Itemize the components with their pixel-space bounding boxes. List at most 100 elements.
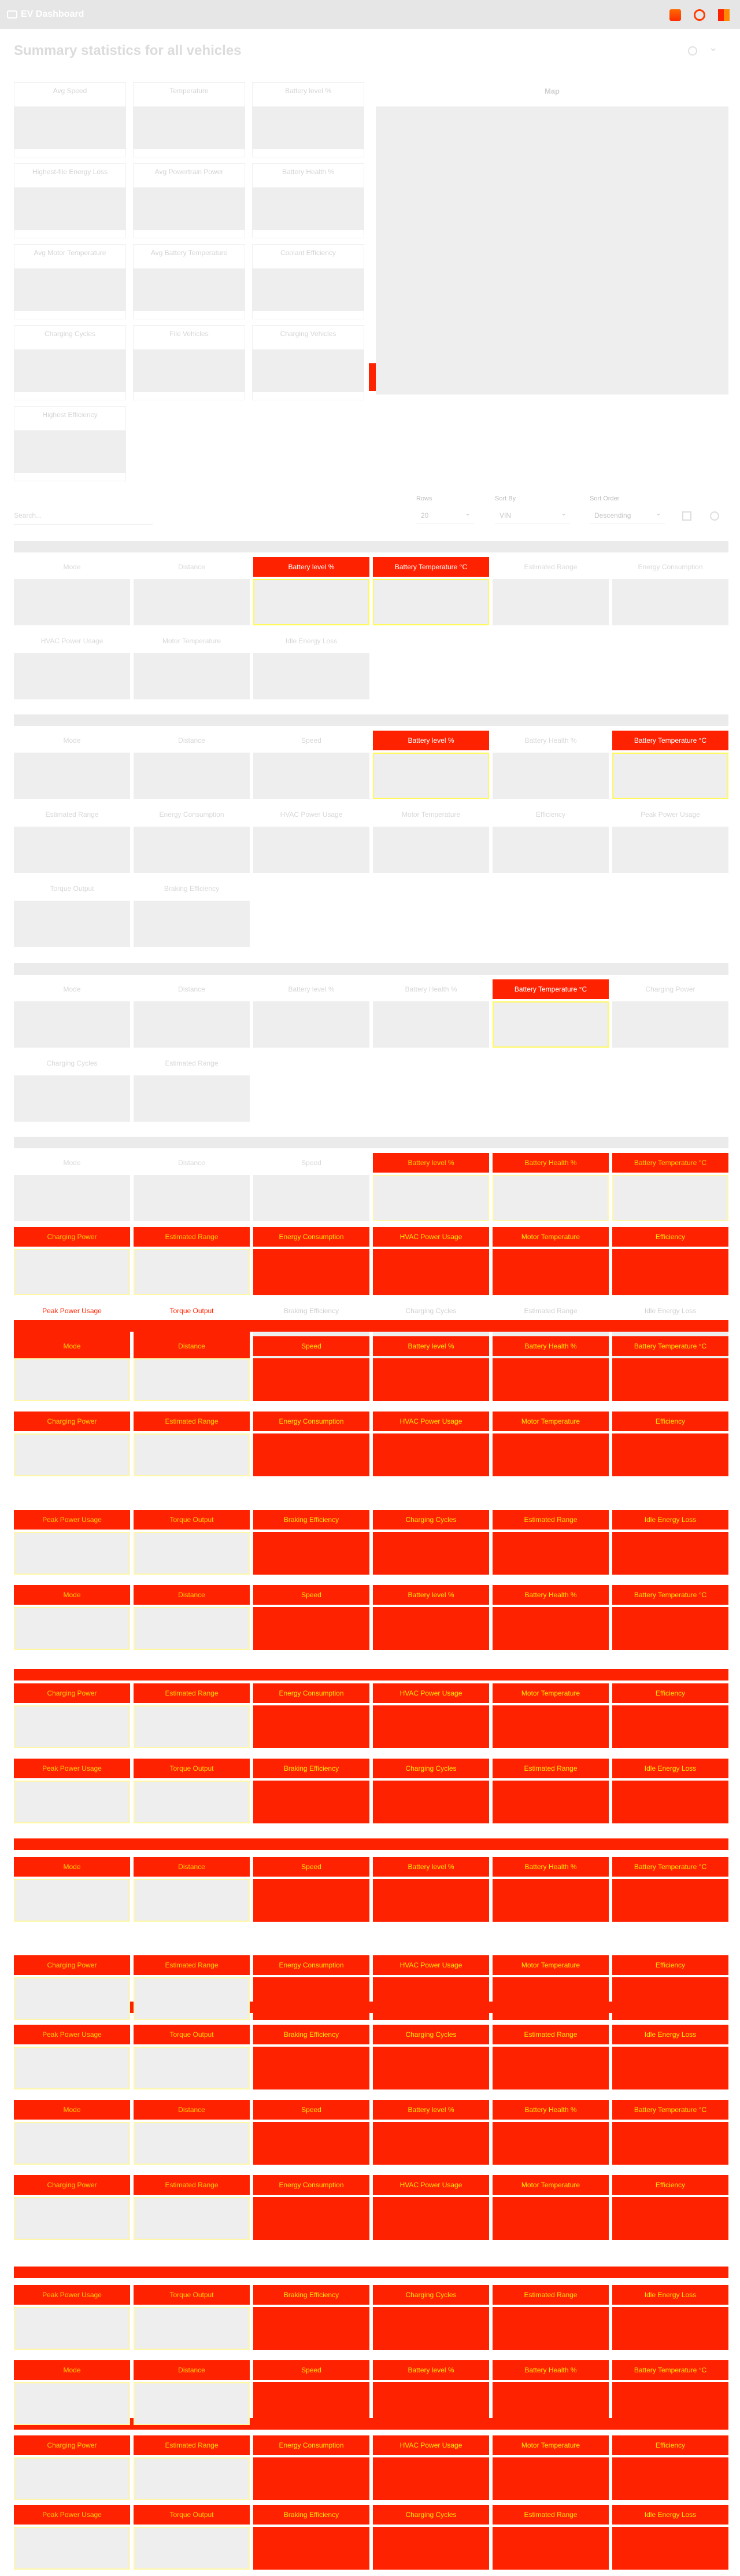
vehicle-field: Charging Cycles <box>373 2505 489 2570</box>
field-label: Efficiency <box>612 1955 728 1975</box>
stat-label: File Vehicles <box>169 330 209 338</box>
field-value <box>493 1358 609 1401</box>
vehicle-field: Estimated Range <box>493 557 609 625</box>
field-value <box>493 827 609 873</box>
field-label: Estimated Range <box>524 1307 578 1315</box>
brand[interactable]: EV Dashboard <box>7 9 84 20</box>
vehicle-field: Efficiency <box>612 2435 728 2500</box>
field-value <box>373 579 489 625</box>
field-value <box>253 1433 369 1476</box>
field-value <box>134 827 250 873</box>
field-label: Mode <box>14 1336 130 1356</box>
field-label: Estimated Range <box>493 2025 609 2044</box>
field-label: Mode <box>63 736 81 745</box>
field-value <box>14 1781 130 1823</box>
vehicle-field: Peak Power Usage <box>14 2285 130 2350</box>
field-label: Estimated Range <box>493 2285 609 2305</box>
vehicle-field: Charging Power <box>14 1955 130 2020</box>
vehicle-field: Charging Power <box>14 2175 130 2240</box>
field-label: HVAC Power Usage <box>373 2435 489 2455</box>
stat-label: Battery level % <box>284 87 332 95</box>
vehicle-field: Mode <box>14 731 130 799</box>
field-label: Battery level % <box>373 731 489 750</box>
field-value <box>373 1249 489 1295</box>
search-input[interactable]: Search... <box>14 507 153 525</box>
field-value <box>253 1781 369 1823</box>
overflow-bar <box>14 1320 728 1332</box>
field-value <box>14 1175 130 1221</box>
field-value <box>14 1249 130 1295</box>
field-label: Charging Power <box>14 1227 130 1247</box>
vehicle-field: Estimated Range <box>493 2285 609 2350</box>
field-value <box>134 1249 250 1295</box>
stat-label: Avg Battery Temperature <box>150 249 228 257</box>
sort-by-select[interactable]: VIN <box>495 504 570 524</box>
field-label: Battery Health % <box>493 1336 609 1356</box>
overflow-bar <box>14 2267 728 2278</box>
rows-select[interactable]: 20 <box>416 504 474 524</box>
vehicle-field: Battery level % <box>253 557 369 625</box>
field-label: Estimated Range <box>165 1059 219 1067</box>
map-title: Map <box>545 87 560 95</box>
field-value <box>373 1781 489 1823</box>
map-side-tab[interactable] <box>369 363 376 391</box>
vehicle-field: Battery Health % <box>493 731 609 799</box>
vehicle-field: Battery Health % <box>493 1585 609 1650</box>
battery-icon[interactable] <box>669 9 681 21</box>
field-value <box>493 1433 609 1476</box>
field-value <box>14 1607 130 1650</box>
field-label: HVAC Power Usage <box>280 810 343 819</box>
field-label: Energy Consumption <box>253 2175 369 2195</box>
vehicle-field: Peak Power Usage <box>14 2505 130 2570</box>
field-value <box>373 827 489 873</box>
collapse-icon[interactable] <box>709 42 718 56</box>
field-value <box>373 1532 489 1575</box>
field-label: Speed <box>301 736 321 745</box>
field-label: Motor Temperature <box>493 1227 609 1247</box>
vehicle-field: Peak Power Usage <box>14 2025 130 2089</box>
vehicle-field: Estimated Range <box>134 1412 250 1476</box>
vehicle-field: Mode <box>14 979 130 1048</box>
field-label: Estimated Range <box>493 1510 609 1530</box>
settings-icon[interactable] <box>688 46 697 56</box>
field-label: Energy Consumption <box>253 1412 369 1431</box>
field-value <box>253 2382 369 2425</box>
stat-value <box>133 187 245 230</box>
field-value <box>14 1977 130 2020</box>
field-label: Motor Temperature <box>493 2435 609 2455</box>
field-value <box>14 2197 130 2240</box>
language-flag-icon[interactable] <box>718 9 730 21</box>
field-label: Battery Temperature °C <box>373 557 489 577</box>
field-label: Battery Temperature °C <box>612 1336 728 1356</box>
vehicle-field: Battery Health % <box>493 2100 609 2165</box>
field-value <box>134 1001 250 1048</box>
field-value <box>134 1175 250 1221</box>
page-title: Summary statistics for all vehicles <box>14 43 242 58</box>
sort-order-select[interactable]: Descending <box>590 504 665 524</box>
vehicle-field: Battery level % <box>373 1153 489 1221</box>
card-header-bar <box>14 714 728 726</box>
vehicle-field: HVAC Power Usage <box>373 2175 489 2240</box>
map[interactable] <box>376 106 728 395</box>
vehicle-field: Motor Temperature <box>493 1227 609 1295</box>
field-value <box>14 2527 130 2570</box>
field-value <box>253 1532 369 1575</box>
field-value <box>134 1358 250 1401</box>
field-value <box>612 1175 728 1221</box>
field-value <box>493 2047 609 2089</box>
field-value <box>14 1433 130 1476</box>
field-value <box>612 827 728 873</box>
stat-label: Avg Motor Temperature <box>34 249 106 257</box>
theme-toggle-icon[interactable] <box>694 9 705 21</box>
field-label: Battery level % <box>373 1585 489 1605</box>
refresh-icon[interactable] <box>710 511 719 521</box>
vehicle-field: Idle Energy Loss <box>612 1759 728 1823</box>
field-label: Estimated Range <box>134 1955 250 1975</box>
vehicle-field: Battery Temperature °C <box>493 979 609 1048</box>
stat-value <box>252 106 364 149</box>
stat-label: Temperature <box>169 87 209 95</box>
field-value <box>14 653 130 699</box>
stat-value <box>133 106 245 149</box>
field-label: Battery level % <box>373 1153 489 1173</box>
grid-view-icon[interactable] <box>682 511 691 521</box>
